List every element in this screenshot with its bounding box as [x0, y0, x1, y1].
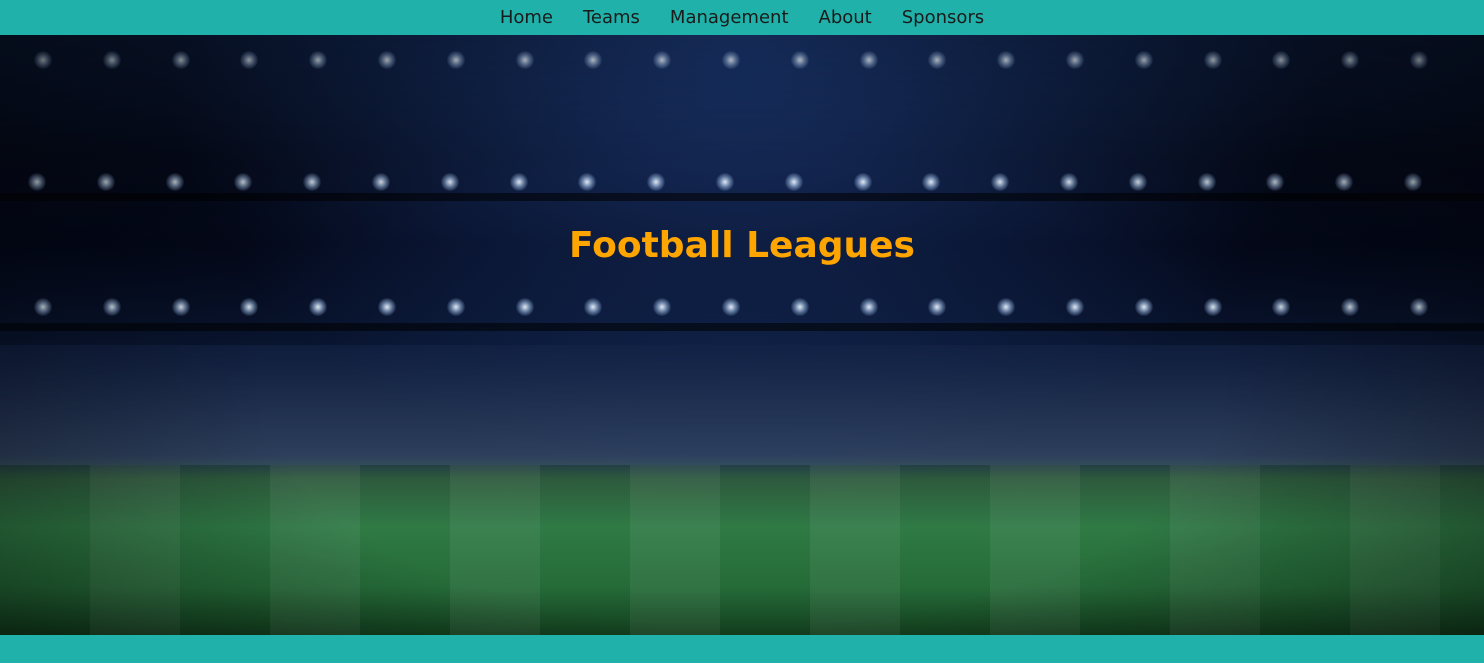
nav-link-about[interactable]: About	[804, 0, 887, 35]
footer-bar	[0, 635, 1484, 663]
hero-section: Football Leagues	[0, 35, 1484, 635]
page-title: Football Leagues	[569, 225, 915, 266]
nav-link-home[interactable]: Home	[485, 0, 568, 35]
nav-link-management[interactable]: Management	[655, 0, 804, 35]
top-navbar: Home Teams Management About Sponsors	[0, 0, 1484, 35]
vignette-overlay	[0, 35, 1484, 635]
nav-link-teams[interactable]: Teams	[568, 0, 655, 35]
nav-link-sponsors[interactable]: Sponsors	[887, 0, 999, 35]
